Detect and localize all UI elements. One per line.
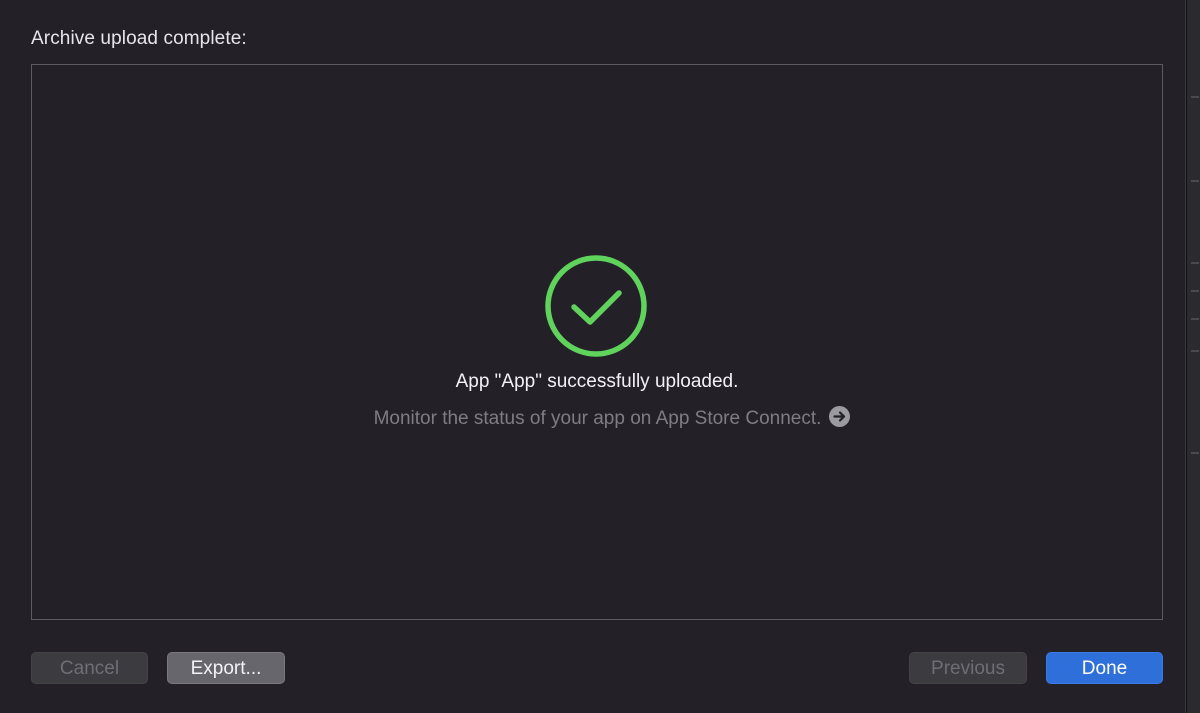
success-message: App "App" successfully uploaded. xyxy=(455,371,739,392)
arrow-right-circle-icon[interactable] xyxy=(829,406,851,427)
checkmark-circle-icon xyxy=(543,253,649,359)
upload-complete-sheet: Archive upload complete: App "App" succe… xyxy=(0,0,1186,713)
background-window-edge xyxy=(1186,0,1200,713)
done-button[interactable]: Done xyxy=(1046,652,1163,684)
cancel-button[interactable]: Cancel xyxy=(31,652,148,684)
export-button[interactable]: Export... xyxy=(167,652,285,684)
previous-button[interactable]: Previous xyxy=(909,652,1027,684)
monitor-status-text: Monitor the status of your app on App St… xyxy=(373,408,822,429)
sheet-title: Archive upload complete: xyxy=(31,28,247,49)
monitor-status-row: Monitor the status of your app on App St… xyxy=(0,406,1200,430)
